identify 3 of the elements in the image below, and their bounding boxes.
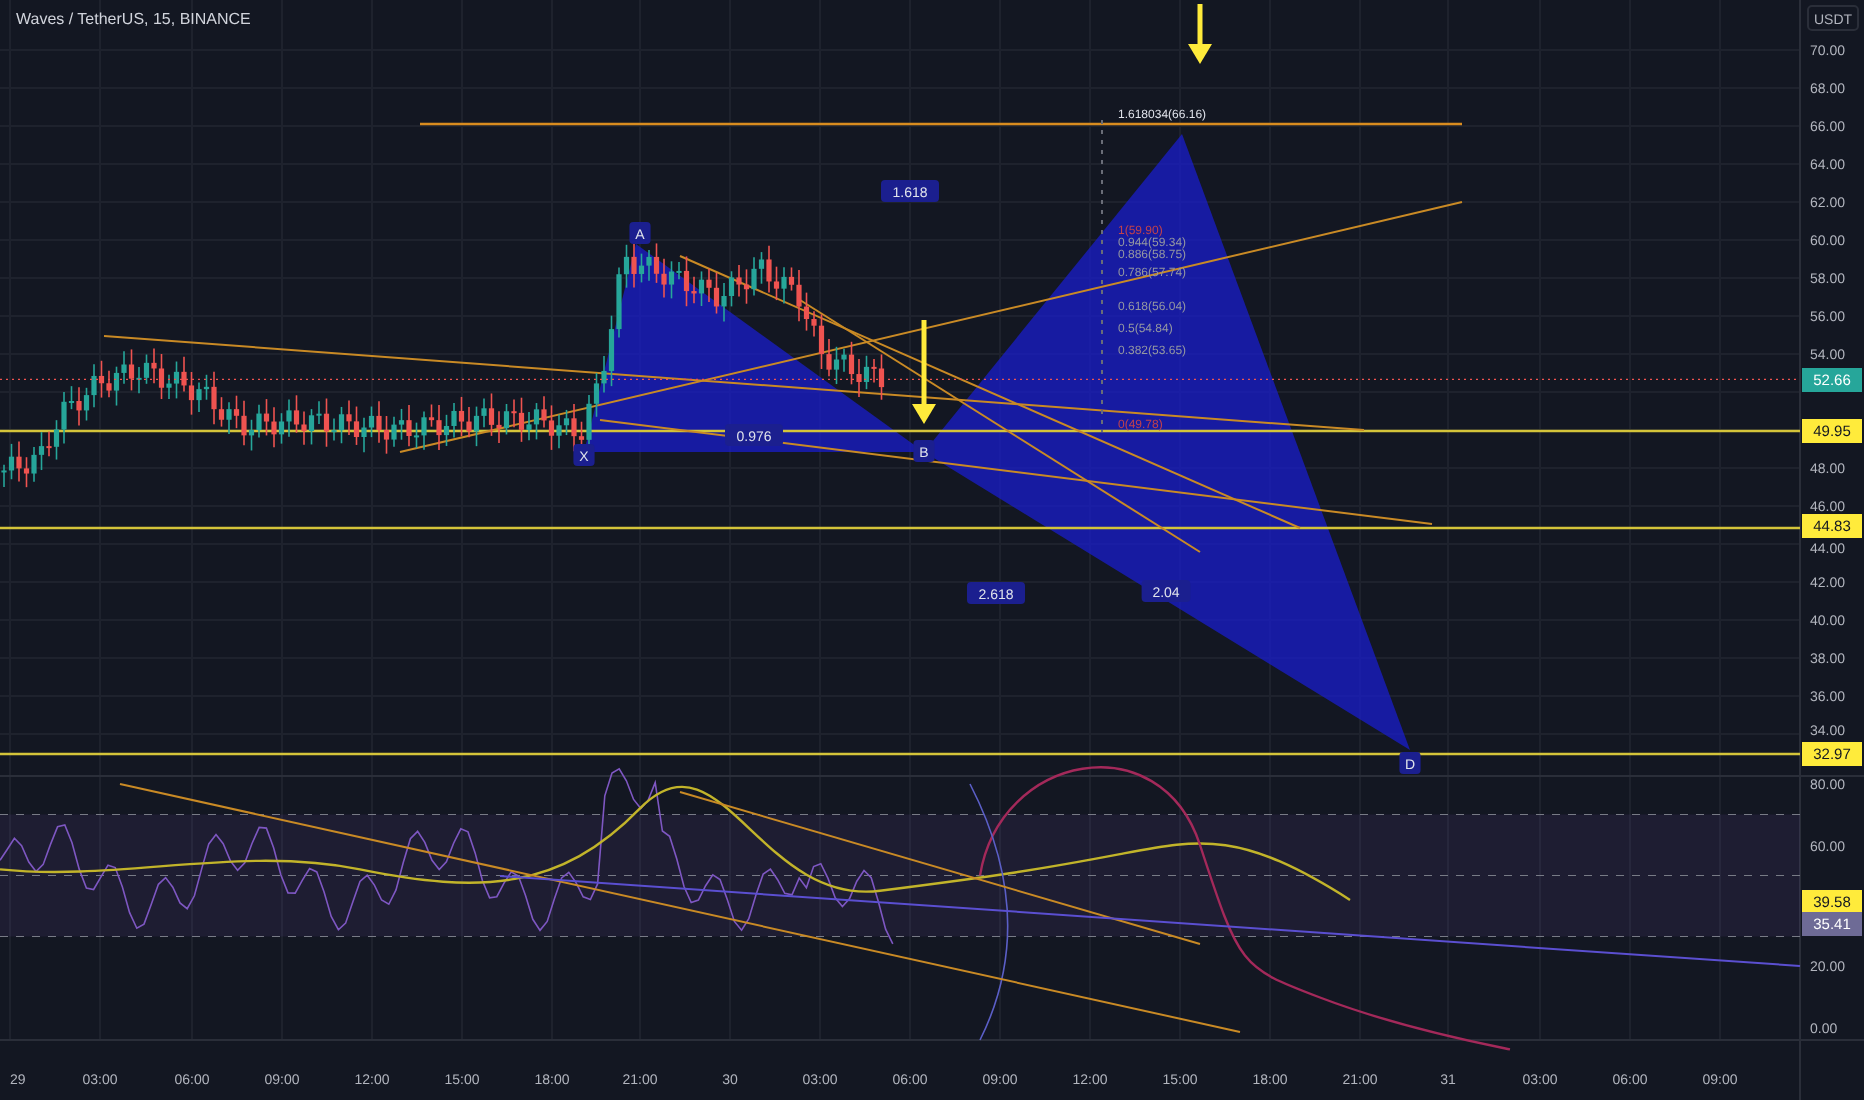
chart-title: Waves / TetherUS, 15, BINANCE bbox=[16, 10, 251, 28]
arrow-icon bbox=[1188, 4, 1212, 64]
arrow-icon bbox=[912, 320, 936, 424]
